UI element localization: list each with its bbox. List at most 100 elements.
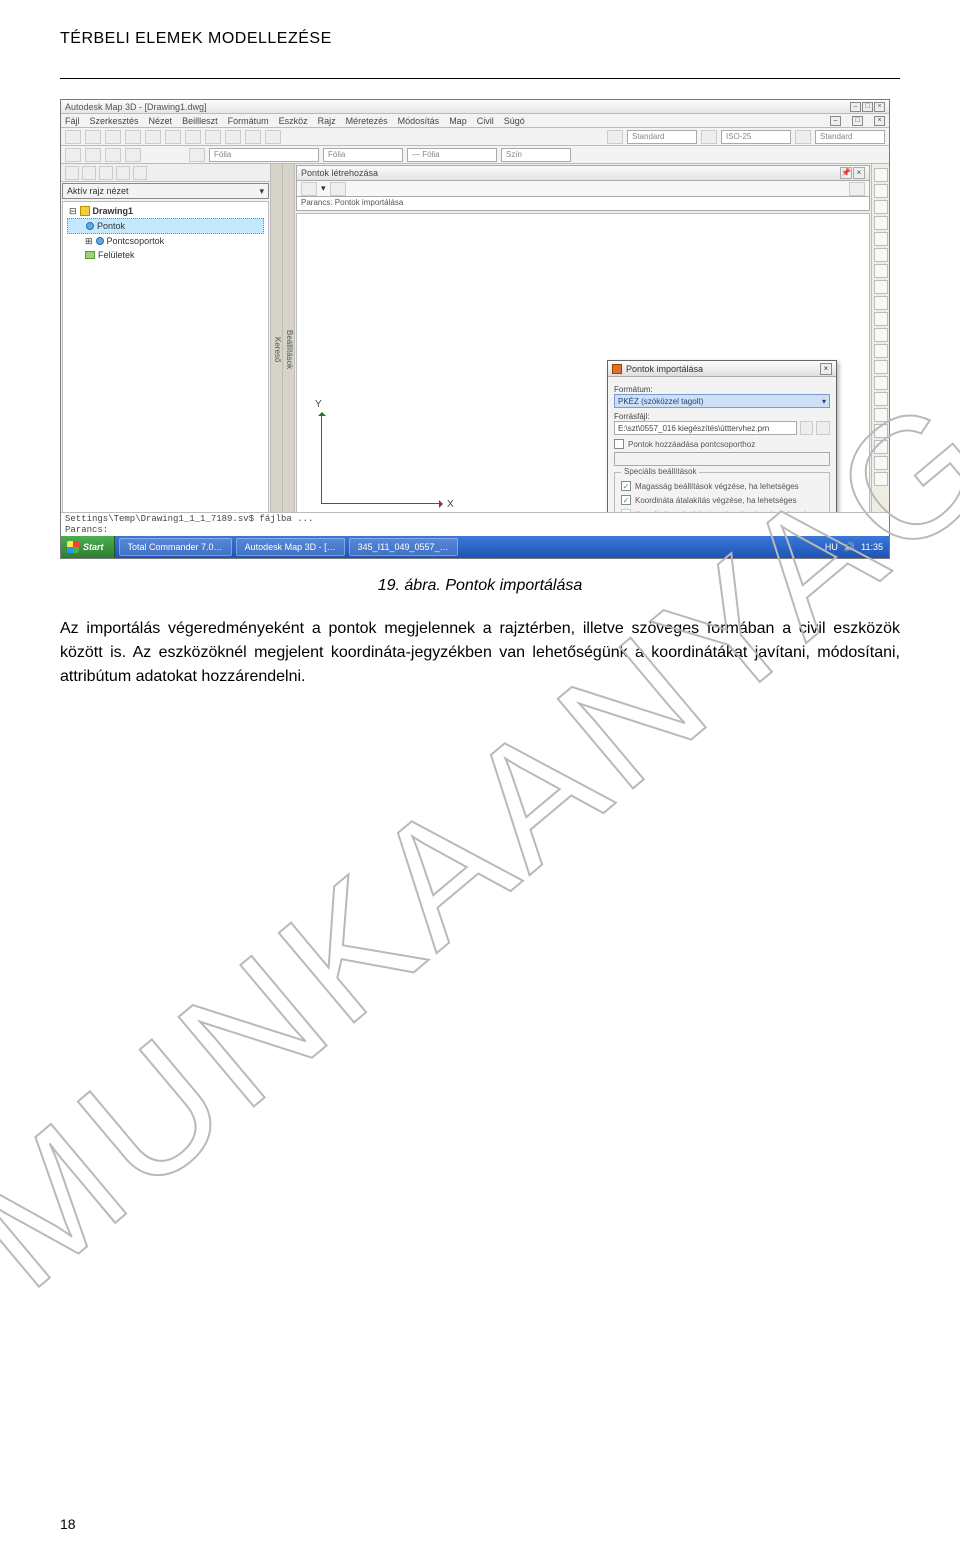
print-icon[interactable] <box>125 130 141 144</box>
menu-modify[interactable]: Módosítás <box>398 116 440 126</box>
mdi-restore[interactable]: □ <box>852 116 863 126</box>
layer-prev-icon[interactable] <box>85 148 101 162</box>
command-log[interactable]: Settings\Temp\Drawing1_1_1_7189.sv$ fájl… <box>61 512 889 536</box>
menu-dimension[interactable]: Méretezés <box>346 116 388 126</box>
redo-icon[interactable] <box>225 130 241 144</box>
layer-state-icon[interactable] <box>189 148 205 162</box>
trim-icon[interactable] <box>874 328 888 342</box>
view-mode-dropdown[interactable]: Aktív rajz nézet ▾ <box>62 183 269 199</box>
add-to-group-checkbox[interactable] <box>614 439 624 449</box>
rect-icon[interactable] <box>874 232 888 246</box>
tool-help-icon[interactable] <box>133 166 147 180</box>
extend-icon[interactable] <box>874 344 888 358</box>
mdi-close[interactable]: × <box>874 116 885 126</box>
tool-props-icon[interactable] <box>116 166 130 180</box>
source-path-input[interactable]: E:\szt\0557_016 kiegészítés\útttervhez.p… <box>614 421 797 435</box>
chamfer-icon[interactable] <box>874 456 888 470</box>
tree-surfaces[interactable]: Felületek <box>67 248 264 262</box>
side-tab-search[interactable]: Kereső <box>271 164 283 536</box>
panel-close-icon[interactable]: × <box>853 167 865 179</box>
task-totalcmd[interactable]: Total Commander 7.0… <box>119 538 232 556</box>
format-select[interactable]: PKÉZ (szóközzel tagolt) ▾ <box>614 394 830 408</box>
pointgroup-name-input[interactable] <box>614 452 830 466</box>
menu-format[interactable]: Formátum <box>228 116 269 126</box>
menu-edit[interactable]: Szerkesztés <box>90 116 139 126</box>
tree-pointgroups[interactable]: ⊞ Pontcsoportok <box>67 234 264 248</box>
tray-sound-icon[interactable]: 🔊 <box>844 542 855 553</box>
tree-points[interactable]: Pontok <box>67 218 264 234</box>
menu-view[interactable]: Nézet <box>149 116 173 126</box>
fillet-icon[interactable] <box>874 440 888 454</box>
tree-root[interactable]: ⊟ Drawing1 <box>67 204 264 218</box>
panel-pin-icon[interactable]: 📌 <box>840 167 852 179</box>
mirror-icon[interactable] <box>874 376 888 390</box>
menu-draw[interactable]: Rajz <box>318 116 336 126</box>
hatch-icon[interactable] <box>874 248 888 262</box>
menu-file[interactable]: Fájl <box>65 116 80 126</box>
copy-icon[interactable] <box>165 130 181 144</box>
text-icon[interactable] <box>874 264 888 278</box>
tray-lang[interactable]: HU <box>825 542 838 552</box>
layer-props-icon[interactable] <box>105 148 121 162</box>
cut-icon[interactable] <box>145 130 161 144</box>
copy-tool-icon[interactable] <box>874 296 888 310</box>
line-icon[interactable] <box>874 168 888 182</box>
circle-icon[interactable] <box>874 200 888 214</box>
new-icon[interactable] <box>65 130 81 144</box>
menu-tools[interactable]: Eszköz <box>279 116 308 126</box>
pc-tool-b-icon[interactable] <box>330 182 346 196</box>
mdi-minimize[interactable]: – <box>830 116 841 126</box>
layers-icon[interactable] <box>65 148 81 162</box>
browse-add-icon[interactable] <box>800 421 814 435</box>
open-icon[interactable] <box>85 130 101 144</box>
table-style-dropdown[interactable]: Standard <box>815 130 885 144</box>
drawing-canvas[interactable]: Y X ⏮ ◀ ▶ ⏭ Modell Elrendezés1 Elrendezé… <box>296 213 870 535</box>
plotstyle-dropdown[interactable]: Szín <box>501 148 571 162</box>
scale-icon[interactable] <box>874 472 888 486</box>
minimize-button[interactable]: – <box>850 102 861 112</box>
pc-tool-c-icon[interactable] <box>849 182 865 196</box>
maximize-button[interactable]: □ <box>862 102 873 112</box>
color-dropdown[interactable]: Fólia <box>323 148 403 162</box>
undo-icon[interactable] <box>205 130 221 144</box>
system-tray[interactable]: HU 🔊 11:35 <box>819 542 889 553</box>
tool-a-icon[interactable] <box>65 166 79 180</box>
text-style-dropdown[interactable]: Standard <box>627 130 697 144</box>
text-style-icon[interactable] <box>607 130 623 144</box>
menu-map[interactable]: Map <box>449 116 467 126</box>
task-autodesk[interactable]: Autodesk Map 3D - [… <box>236 538 345 556</box>
layer-match-icon[interactable] <box>125 148 141 162</box>
table-style-icon[interactable] <box>795 130 811 144</box>
rotate-icon[interactable] <box>874 312 888 326</box>
dim-style-dropdown[interactable]: ISO-25 <box>721 130 791 144</box>
dialog-close-icon[interactable]: × <box>820 363 832 375</box>
paste-icon[interactable] <box>185 130 201 144</box>
elev-checkbox[interactable] <box>621 481 631 491</box>
menu-insert[interactable]: Beillleszt <box>182 116 218 126</box>
tool-b-icon[interactable] <box>82 166 96 180</box>
task-doc[interactable]: 345_I11_049_0557_… <box>349 538 458 556</box>
lineweight-dropdown[interactable]: — Fólia <box>407 148 497 162</box>
side-tab-settings[interactable]: Beállítások <box>283 164 295 536</box>
dim-style-icon[interactable] <box>701 130 717 144</box>
tool-zoom-icon[interactable] <box>99 166 113 180</box>
offset-icon[interactable] <box>874 360 888 374</box>
polyline-icon[interactable] <box>874 184 888 198</box>
pan-icon[interactable] <box>245 130 261 144</box>
menu-help[interactable]: Súgó <box>504 116 525 126</box>
zoom-icon[interactable] <box>265 130 281 144</box>
arc-icon[interactable] <box>874 216 888 230</box>
move-icon[interactable] <box>874 280 888 294</box>
erase-icon[interactable] <box>874 408 888 422</box>
start-button[interactable]: Start <box>61 536 115 558</box>
browse-remove-icon[interactable] <box>816 421 830 435</box>
close-button[interactable]: × <box>874 102 885 112</box>
prospector-tree[interactable]: ⊟ Drawing1 Pontok ⊞ Pontcsoportok Felüle… <box>62 201 269 535</box>
save-icon[interactable] <box>105 130 121 144</box>
array-icon[interactable] <box>874 392 888 406</box>
menu-civil[interactable]: Civil <box>477 116 494 126</box>
coord-checkbox[interactable] <box>621 495 631 505</box>
explode-icon[interactable] <box>874 424 888 438</box>
layer-dropdown[interactable]: Fólia <box>209 148 319 162</box>
pc-tool-a-icon[interactable] <box>301 182 317 196</box>
